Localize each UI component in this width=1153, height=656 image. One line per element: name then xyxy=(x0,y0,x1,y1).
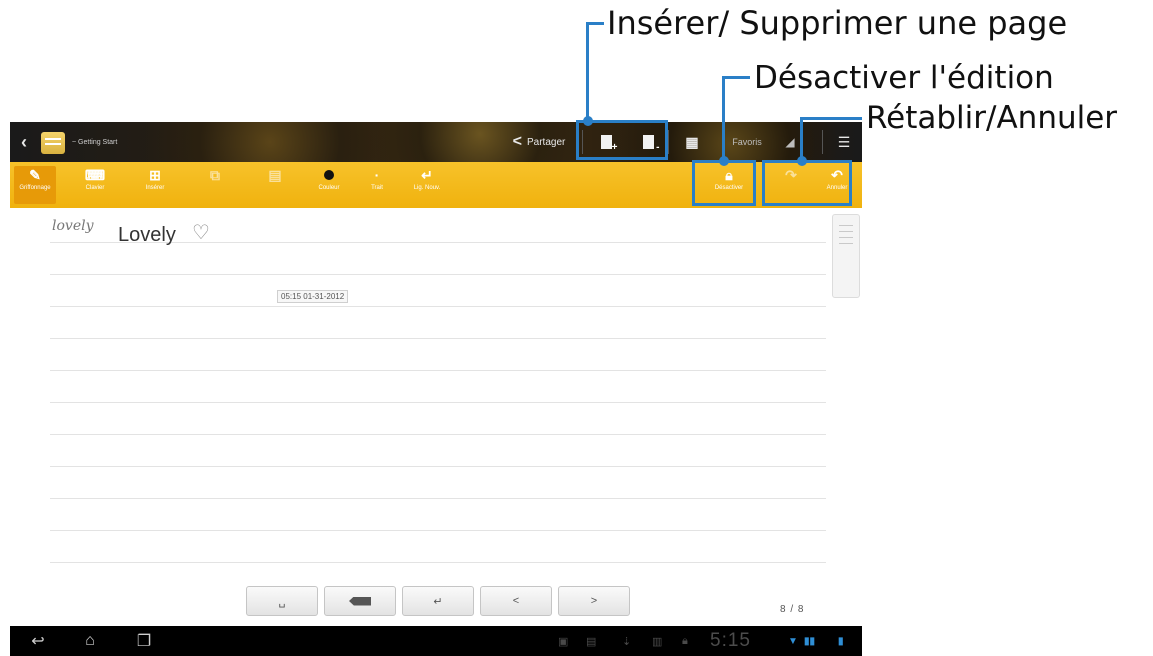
space-key-button[interactable]: ␣ xyxy=(246,586,318,616)
next-page-button[interactable]: > xyxy=(558,586,630,616)
new-line-tool[interactable]: ↵ Lig. Nouv. xyxy=(406,166,448,204)
status-clock: 5:15 xyxy=(710,630,751,651)
notebook-title: ~ Getting Start xyxy=(72,138,118,146)
callout-box-insert-delete xyxy=(576,120,668,160)
separator xyxy=(668,130,669,154)
ruled-line xyxy=(50,530,826,531)
ruled-line xyxy=(50,498,826,499)
callout-line xyxy=(586,22,589,120)
menu-icon[interactable]: ☰ xyxy=(832,122,856,162)
next-label: > xyxy=(590,595,598,607)
sd-card-icon[interactable]: ▥ xyxy=(652,626,662,656)
backspace-key-button[interactable] xyxy=(324,586,396,616)
callout-line xyxy=(722,76,750,79)
ruled-line xyxy=(50,338,826,339)
callout-line xyxy=(722,76,725,158)
separator xyxy=(822,130,823,154)
tool-label: Clavier xyxy=(85,185,105,191)
keyboard-icon: ⌨ xyxy=(84,167,106,183)
battery-icon: ▮ xyxy=(838,635,844,647)
callout-box-undo-redo xyxy=(762,160,852,206)
scroll-handle[interactable] xyxy=(832,214,860,298)
typed-text: Lovely xyxy=(118,224,176,246)
callout-line xyxy=(800,117,803,159)
home-icon[interactable]: ⌂ xyxy=(78,626,102,656)
back-chevron-icon[interactable]: ‹ xyxy=(14,122,34,162)
paste-icon: ▤ xyxy=(268,167,282,183)
tool-label: Insérer xyxy=(145,185,165,191)
usb-icon[interactable]: ⇣ xyxy=(622,626,631,656)
handwritten-text: lovely xyxy=(52,218,94,234)
previous-page-button[interactable]: < xyxy=(480,586,552,616)
color-tool[interactable]: Couleur xyxy=(308,166,350,204)
paste-tool[interactable]: ▤ xyxy=(254,166,296,204)
stroke-tool[interactable]: · Trait xyxy=(356,166,398,204)
callout-box-disable-edit xyxy=(692,160,756,206)
battery-dock-icon: ▮▮ xyxy=(804,635,816,647)
space-key-label: ␣ xyxy=(278,595,286,608)
ruled-line xyxy=(50,370,826,371)
system-navbar: ↩ ⌂ ❐ ▣ ▤ ⇣ ▥ 🔒︎ 5:15 ▼ ▮▮ ▮ xyxy=(10,626,862,656)
callout-insert-delete-label: Insérer/ Supprimer une page xyxy=(607,4,1068,42)
recent-apps-icon[interactable]: ❐ xyxy=(132,626,156,656)
notification-icon[interactable]: ▤ xyxy=(586,626,596,656)
ruled-line xyxy=(50,274,826,275)
prev-label: < xyxy=(512,595,520,607)
ruled-line xyxy=(50,466,826,467)
notification-icon[interactable]: ▣ xyxy=(558,626,568,656)
callout-undo-redo-label: Rétablir/Annuler xyxy=(866,100,1118,136)
ruled-line xyxy=(50,402,826,403)
tool-label: Griffonnage xyxy=(19,185,51,191)
insert-tool[interactable]: ⊞ Insérer xyxy=(134,166,176,204)
ruled-line xyxy=(50,562,826,563)
tool-label: Lig. Nouv. xyxy=(413,185,441,191)
callout-line xyxy=(586,22,604,25)
wifi-icon: ▼ xyxy=(788,635,798,647)
scribble-icon: ✎ xyxy=(29,167,41,183)
stroke-icon: · xyxy=(374,167,380,183)
enter-key-button[interactable]: ↵ xyxy=(402,586,474,616)
keyboard-tool[interactable]: ⌨ Clavier xyxy=(74,166,116,204)
tool-label: Trait xyxy=(371,185,383,191)
notebook-thumbnail-icon[interactable] xyxy=(41,132,65,154)
favorites-button[interactable]: Favoris xyxy=(722,122,772,162)
lock-status-icon[interactable]: 🔒︎ xyxy=(682,626,688,656)
action-bar: ‹ ~ Getting Start < Partager ▦ Favoris ◢… xyxy=(10,122,862,162)
copy-icon: ⧉ xyxy=(210,167,220,183)
ruled-line xyxy=(50,306,826,307)
callout-disable-edit-label: Désactiver l'édition xyxy=(754,60,1054,96)
enter-key-label: ↵ xyxy=(433,595,443,608)
share-label: Partager xyxy=(526,136,566,148)
timestamp: 05:15 01-31-2012 xyxy=(277,290,349,303)
callout-line xyxy=(800,117,862,120)
bookmark-icon[interactable]: ◢ xyxy=(780,122,800,162)
note-canvas[interactable]: lovely Lovely ♡ 05:15 01-31-2012 xyxy=(50,208,826,580)
new-line-icon: ↵ xyxy=(421,167,433,183)
scribble-tool[interactable]: ✎ Griffonnage xyxy=(14,166,56,204)
tool-label: Couleur xyxy=(318,185,340,191)
ruled-line xyxy=(50,434,826,435)
back-icon[interactable]: ↩ xyxy=(26,626,50,656)
backspace-icon xyxy=(349,596,371,606)
page-counter: 8 / 8 xyxy=(780,604,805,615)
color-dot-icon xyxy=(324,170,334,180)
copy-tool[interactable]: ⧉ xyxy=(194,166,236,204)
insert-icon: ⊞ xyxy=(149,167,161,183)
grid-view-icon[interactable]: ▦ xyxy=(676,122,706,162)
share-button[interactable]: < Partager xyxy=(504,122,574,162)
heart-icon: ♡ xyxy=(192,222,210,244)
share-icon: < xyxy=(512,133,522,150)
